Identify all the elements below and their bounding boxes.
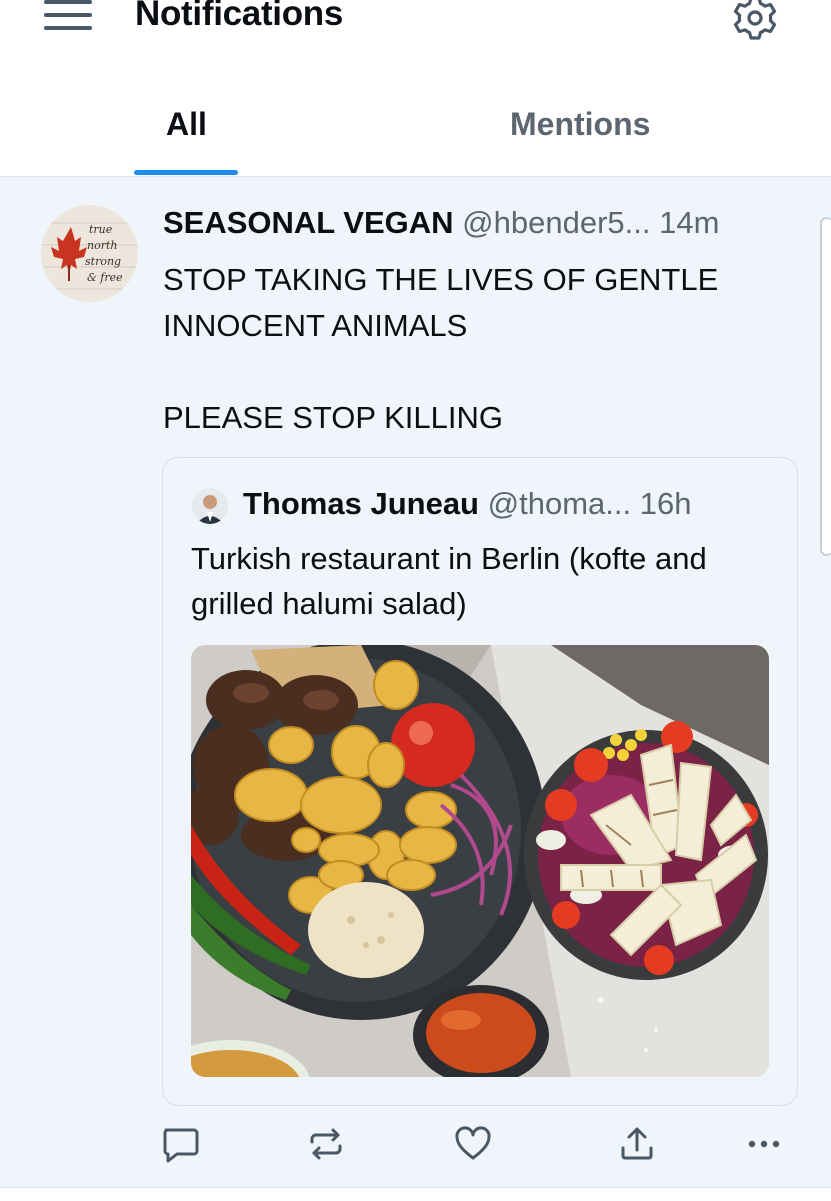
- tab-mentions[interactable]: Mentions: [510, 106, 650, 143]
- quoted-author-avatar[interactable]: [192, 488, 228, 524]
- hamburger-menu-icon[interactable]: [44, 0, 94, 34]
- post-timestamp: 14m: [659, 205, 720, 240]
- quoted-author-name[interactable]: Thomas Juneau: [243, 486, 479, 521]
- page-title: Notifications: [135, 0, 344, 33]
- svg-text:strong: strong: [85, 255, 121, 268]
- food-photo[interactable]: [191, 645, 769, 1077]
- svg-text:& free: & free: [87, 271, 123, 284]
- gear-icon[interactable]: [731, 0, 779, 42]
- app-header: Notifications: [0, 0, 831, 70]
- active-tab-indicator: [134, 170, 238, 175]
- quoted-author-handle[interactable]: @thoma...: [488, 486, 631, 521]
- post-body: STOP TAKING THE LIVES OF GENTLE INNOCENT…: [163, 257, 803, 441]
- reply-icon[interactable]: [160, 1124, 200, 1164]
- repost-icon[interactable]: [306, 1124, 346, 1164]
- quoted-post[interactable]: Thomas Juneau @thoma... 16h Turkish rest…: [162, 457, 798, 1106]
- quoted-author-line: Thomas Juneau @thoma... 16h: [243, 486, 691, 522]
- share-icon[interactable]: [617, 1124, 657, 1164]
- tab-all[interactable]: All: [166, 106, 207, 143]
- author-avatar[interactable]: true north strong & free: [41, 205, 138, 302]
- svg-text:north: north: [87, 239, 117, 252]
- quoted-post-text: Turkish restaurant in Berlin (kofte and …: [191, 541, 707, 621]
- scrollbar[interactable]: [820, 217, 831, 556]
- notification-item[interactable]: true north strong & free SEASONAL VEGAN …: [0, 177, 831, 1187]
- post-text-line: PLEASE STOP KILLING: [163, 400, 504, 435]
- more-icon[interactable]: [744, 1124, 784, 1164]
- author-handle[interactable]: @hbender5...: [462, 205, 650, 240]
- post-text-line: STOP TAKING THE LIVES OF GENTLE INNOCENT…: [163, 262, 719, 343]
- divider: [0, 1187, 831, 1201]
- svg-text:true: true: [89, 223, 113, 236]
- author-name[interactable]: SEASONAL VEGAN: [163, 205, 454, 240]
- notification-tabs: All Mentions: [0, 70, 831, 177]
- like-icon[interactable]: [453, 1124, 493, 1164]
- quoted-post-timestamp: 16h: [639, 486, 692, 521]
- author-line: SEASONAL VEGAN @hbender5... 14m: [163, 205, 719, 241]
